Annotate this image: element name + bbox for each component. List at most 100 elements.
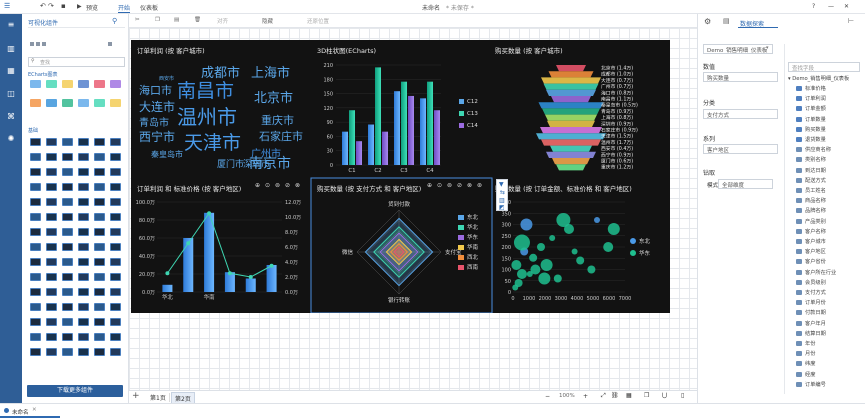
component-tile[interactable] (110, 153, 121, 161)
component-tile[interactable] (62, 198, 73, 206)
field-item[interactable]: 支付方式 (796, 290, 826, 297)
component-tile[interactable] (94, 80, 105, 88)
component-tile[interactable] (110, 348, 121, 356)
component-tile[interactable] (46, 228, 57, 236)
expand-icon[interactable]: ⊕ (427, 182, 432, 189)
mode-select[interactable]: 全部维度 (718, 179, 773, 189)
component-tile[interactable] (94, 303, 105, 311)
component-tile[interactable] (110, 168, 121, 176)
magnet-icon[interactable]: ⋃ (662, 392, 667, 399)
component-tile[interactable] (62, 99, 73, 107)
component-tile[interactable] (46, 213, 57, 221)
component-tile[interactable] (46, 333, 57, 341)
tab-dashboard[interactable]: 仪表板 (140, 3, 158, 12)
preview-icon[interactable]: ▶ (77, 3, 82, 10)
component-tile[interactable] (46, 243, 57, 251)
field-item[interactable]: 客户名称 (796, 228, 826, 236)
table-icon[interactable]: ▦ (5, 66, 17, 76)
filter-icon[interactable]: ⊙ (265, 182, 270, 189)
component-tile[interactable] (46, 183, 57, 191)
reset-position-button[interactable]: 还原位置 (307, 17, 329, 25)
component-tile[interactable] (94, 243, 105, 251)
component-tile[interactable] (78, 183, 89, 191)
zoom-level[interactable]: 100% (559, 393, 575, 399)
component-tile[interactable] (94, 153, 105, 161)
field-item[interactable]: 订单月份 (796, 300, 826, 307)
component-tile[interactable] (94, 258, 105, 266)
field-item[interactable]: 客户城市 (796, 239, 826, 246)
field-item[interactable]: 订单编号 (796, 381, 826, 389)
component-tile[interactable] (110, 80, 121, 88)
lightbulb-icon[interactable]: ✺ (5, 134, 17, 144)
component-tile[interactable] (30, 258, 41, 266)
sort-icon[interactable]: ⊘ (285, 182, 290, 189)
align-dropdown[interactable]: 对齐 (217, 17, 228, 25)
value-field-slot[interactable]: 购买数量 (703, 72, 778, 82)
component-tile[interactable] (62, 273, 73, 281)
mobile-icon[interactable]: ▯ (681, 392, 684, 399)
add-page-button[interactable]: + (132, 391, 140, 401)
component-tile[interactable] (46, 318, 57, 326)
component-tile[interactable] (78, 99, 89, 107)
field-item[interactable]: 产品类别 (796, 218, 826, 226)
more-icon[interactable]: ⊗ (467, 182, 472, 189)
component-tile[interactable] (62, 318, 73, 326)
data-icon[interactable]: ▥ (499, 197, 505, 204)
expand-icon[interactable]: ⊕ (255, 182, 260, 189)
settings-icon[interactable]: ⊛ (477, 182, 482, 189)
settings-panel-icon[interactable]: ▤ (723, 17, 730, 25)
component-tile[interactable] (30, 138, 41, 146)
component-tile[interactable] (46, 168, 57, 176)
gear-icon[interactable]: ⚙ (704, 17, 711, 26)
component-tile[interactable] (78, 153, 89, 161)
display-dropdown[interactable]: 隐藏 (262, 17, 273, 25)
field-item[interactable]: 月份 (796, 351, 815, 358)
paste-icon[interactable]: ▤ (174, 17, 179, 23)
component-tile[interactable] (30, 198, 41, 206)
field-item[interactable]: 年份 (796, 341, 815, 348)
component-tile[interactable] (94, 273, 105, 281)
component-tile[interactable] (46, 138, 57, 146)
category-field-slot[interactable]: 支付方式 (703, 109, 778, 119)
app-menu-icon[interactable]: ☰ (4, 2, 10, 10)
save-icon[interactable]: ▪ (61, 2, 66, 10)
component-tile[interactable] (46, 80, 57, 88)
component-tile[interactable] (62, 213, 73, 221)
field-item[interactable]: 标准价格 (796, 86, 826, 93)
tab-start[interactable]: 开始 (118, 3, 131, 13)
minimize-icon[interactable]: — (828, 3, 834, 10)
field-item[interactable]: 购买数量 (796, 126, 826, 134)
component-tile[interactable] (78, 333, 89, 341)
filter-icon[interactable]: ⊙ (437, 182, 442, 189)
grid-icon[interactable]: ▦ (626, 392, 632, 399)
component-tile[interactable] (78, 228, 89, 236)
component-tile[interactable] (62, 80, 73, 88)
component-tile[interactable] (30, 99, 41, 107)
component-tile[interactable] (94, 198, 105, 206)
field-item[interactable]: 类别名称 (796, 157, 826, 164)
field-item[interactable]: 配送方式 (796, 177, 826, 185)
drill-icon[interactable]: ⊚ (275, 182, 280, 189)
close-doc-icon[interactable]: ✕ (32, 407, 37, 413)
component-tile[interactable] (78, 168, 89, 176)
component-tile[interactable] (30, 288, 41, 296)
component-tile[interactable] (62, 333, 73, 341)
component-tile[interactable] (30, 153, 41, 161)
preview-button[interactable]: 预览 (86, 3, 98, 12)
fit-icon[interactable]: ⤢ (601, 392, 606, 400)
component-tile[interactable] (30, 318, 41, 326)
component-tile[interactable] (94, 213, 105, 221)
component-tile[interactable] (62, 288, 73, 296)
component-tile[interactable] (78, 138, 89, 146)
menu-icon[interactable]: ≡ (5, 20, 17, 30)
component-tile[interactable] (94, 138, 105, 146)
field-item[interactable]: 客户地区 (796, 249, 826, 256)
component-tile[interactable] (78, 318, 89, 326)
copy-icon[interactable]: ❐ (155, 17, 160, 23)
component-tile[interactable] (94, 228, 105, 236)
field-item[interactable]: 供应商名称 (796, 147, 831, 154)
undo-icon[interactable]: ↶ (40, 2, 46, 10)
component-tile[interactable] (110, 243, 121, 251)
redo-icon[interactable]: ↷ (48, 2, 54, 10)
field-item[interactable]: 商品名称 (796, 198, 826, 205)
